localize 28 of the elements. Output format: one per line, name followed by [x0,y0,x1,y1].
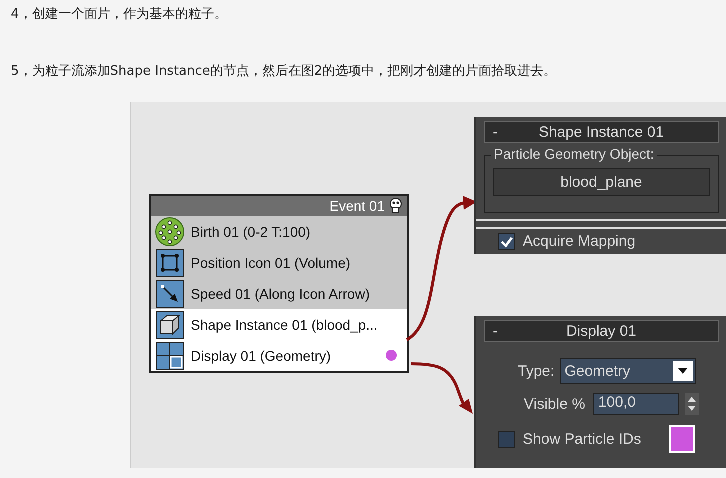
cube-icon [156,310,184,338]
rollout-header[interactable]: - Display 01 [484,320,719,342]
checkbox-label: Show Particle IDs [523,430,642,448]
color-swatch[interactable] [669,425,696,453]
operator-row[interactable]: Shape Instance 01 (blood_p... [151,309,407,340]
checkbox[interactable] [498,233,515,250]
type-dropdown[interactable]: Geometry [560,358,696,384]
event-title: Event 01 [330,198,385,214]
operator-row[interactable]: Position Icon 01 (Volume) [155,247,407,278]
dotted-circle-icon [155,216,185,246]
connector-arrow [410,362,473,414]
rollout-header[interactable]: - Shape Instance 01 [484,121,719,143]
type-label: Type: [518,362,555,380]
spinner-icon[interactable] [685,393,700,415]
operator-row[interactable]: Birth 01 (0-2 T:100) [155,216,407,247]
paragraph: 5，为粒子流添加Shape Instance的节点，然后在图2的选项中，把刚才创建的片面拾取进去。 [10,63,558,81]
checkbox-label: Acquire Mapping [523,233,636,250]
operator-row[interactable]: Speed 01 (Along Icon Arrow) [155,278,407,309]
visible-field[interactable]: 100,0 [593,393,680,415]
group-label: Particle Geometry Object: [491,146,658,162]
visible-label: Visible % [524,396,586,412]
square-handles-icon [156,248,184,276]
grid-icon [156,342,184,370]
checkbox[interactable] [498,430,515,448]
operator-row[interactable]: Display 01 (Geometry) [151,340,407,371]
paragraph: 4，创建一个面片，作为基本的粒子。 [10,6,228,24]
dropdown-arrow-icon [678,368,688,374]
pick-object-button[interactable]: blood_plane [493,168,710,196]
